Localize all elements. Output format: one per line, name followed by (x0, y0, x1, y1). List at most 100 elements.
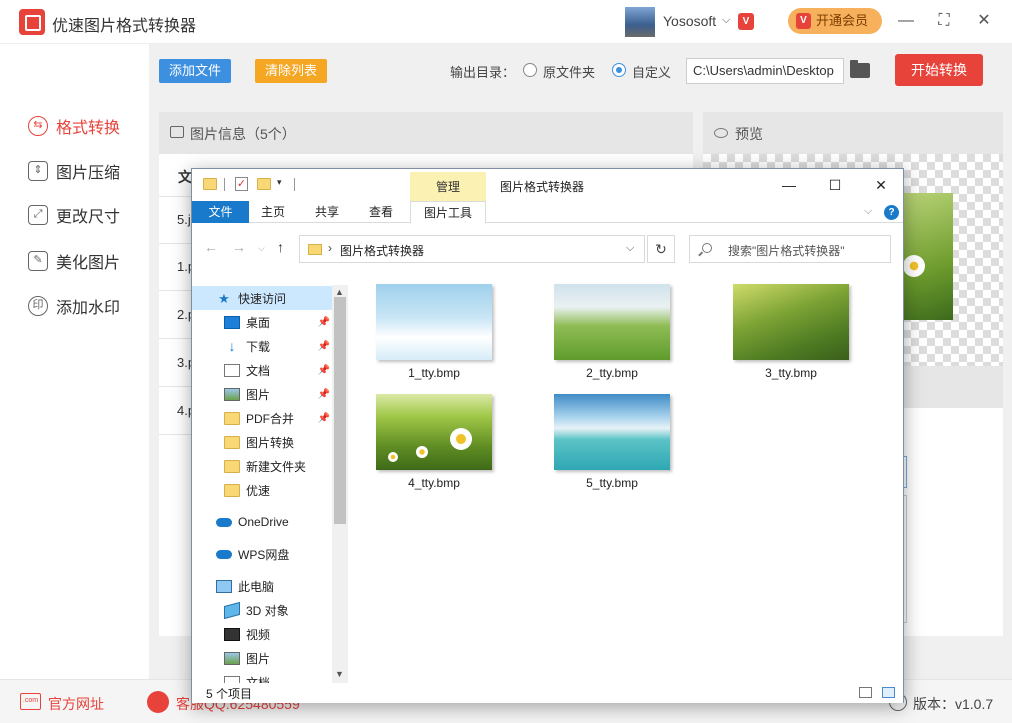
file-name[interactable]: 5_tty.bmp (542, 476, 682, 490)
nav-item-label: 桌面 (246, 315, 271, 330)
pin-icon: 📌 (317, 388, 330, 400)
radio-original-label[interactable]: 原文件夹 (543, 62, 595, 81)
tab-picture-tools[interactable]: 图片工具 (410, 201, 486, 224)
file-name[interactable]: 2_tty.bmp (542, 366, 682, 380)
properties-icon[interactable]: ✓ (235, 177, 248, 191)
radio-custom[interactable] (612, 63, 626, 77)
user-name[interactable]: Yososoft (663, 13, 716, 29)
breadcrumb[interactable]: 图片格式转换器 (340, 242, 424, 259)
refresh-button[interactable]: ↻ (647, 235, 675, 263)
recent-dropdown-icon[interactable]: ⌵ (258, 243, 265, 254)
breadcrumb-chevron-icon[interactable]: › (328, 241, 332, 255)
output-path-field[interactable]: C:\Users\admin\Desktop (686, 58, 844, 84)
daisy-decoration (388, 452, 398, 462)
nav-item-desktop[interactable]: 桌面 📌 (224, 310, 330, 334)
nav-item-documents[interactable]: 文档 📌 (224, 358, 330, 382)
maximize-button[interactable]: ⛶ (931, 8, 957, 34)
tab-view[interactable]: 查看 (363, 201, 399, 223)
quick-access-dropdown-icon[interactable]: ▾ (277, 177, 282, 188)
manage-tab[interactable]: 管理 (410, 172, 486, 201)
file-thumbnail-1[interactable] (376, 284, 492, 360)
radio-original-folder[interactable] (523, 63, 537, 77)
nav-item-onedrive[interactable]: OneDrive (216, 510, 330, 534)
nav-item-quick-access[interactable]: ★ 快速访问 (192, 286, 332, 310)
website-link[interactable]: 官方网址 (48, 694, 104, 714)
sidebar-item-resize[interactable]: ⤢ 更改尺寸 (28, 203, 120, 227)
nav-item-label: WPS网盘 (238, 547, 290, 562)
file-thumbnail-5[interactable] (554, 394, 670, 470)
file-name[interactable]: 4_tty.bmp (364, 476, 504, 490)
sidebar-item-compress[interactable]: ⇕ 图片压缩 (28, 159, 120, 183)
forward-arrow-icon[interactable]: → (232, 239, 246, 255)
details-view-icon[interactable] (859, 687, 872, 698)
version-label: 版本：v1.0.7 (913, 696, 994, 712)
explorer-maximize-button[interactable]: ☐ (812, 171, 858, 199)
video-icon (224, 627, 240, 641)
table-row[interactable]: 5.j (177, 212, 191, 227)
file-thumbnail-3[interactable] (733, 284, 849, 360)
chevron-down-icon[interactable]: ⌵ (722, 14, 730, 27)
file-thumbnail-4[interactable] (376, 394, 492, 470)
folder-icon (224, 459, 240, 473)
nav-item-downloads[interactable]: ↓ 下载 📌 (224, 334, 331, 358)
picture-icon (170, 126, 184, 138)
scrollbar-thumb[interactable] (334, 297, 346, 524)
search-input[interactable]: 搜索"图片格式转换器" (689, 235, 891, 263)
sidebar-item-beautify[interactable]: ✎ 美化图片 (28, 249, 120, 273)
output-dir-label: 输出目录： (450, 65, 516, 80)
chevron-down-icon[interactable]: ⌵ (626, 242, 634, 255)
add-file-button[interactable]: 添加文件 (159, 59, 231, 83)
search-icon (702, 243, 712, 253)
explorer-close-button[interactable]: ✕ (858, 171, 904, 199)
large-icons-view-icon[interactable] (882, 687, 895, 698)
file-name[interactable]: 1_tty.bmp (364, 366, 504, 380)
clear-list-button[interactable]: 清除列表 (255, 59, 327, 83)
navigation-pane: ★ 快速访问 桌面 📌 ↓ 下载 📌 文档 📌 图片 📌 PDF合并 📌 图片转… (192, 285, 332, 683)
search-placeholder: 搜索"图片格式转换器" (728, 244, 845, 258)
nav-item-pictures-pc[interactable]: 图片 (224, 646, 330, 670)
nav-item-image-convert[interactable]: 图片转换 (224, 430, 330, 454)
expand-ribbon-icon[interactable]: ⌵ (864, 205, 872, 218)
avatar[interactable] (625, 7, 655, 37)
vip-button-label: 开通会员 (816, 13, 869, 28)
explorer-minimize-button[interactable]: — (766, 171, 812, 199)
minimize-button[interactable]: — (893, 8, 919, 34)
tab-file[interactable]: 文件 (192, 201, 249, 223)
nav-item-this-pc[interactable]: 此电脑 (216, 574, 330, 598)
sidebar-item-label: 格式转换 (56, 120, 121, 137)
file-thumbnail-2[interactable] (554, 284, 670, 360)
nav-item-documents-pc[interactable]: 文档 (224, 670, 330, 683)
close-button[interactable]: ✕ (971, 8, 997, 34)
nav-item-new-folder[interactable]: 新建文件夹 (224, 454, 330, 478)
nav-item-3d-objects[interactable]: 3D 对象 (224, 598, 330, 622)
new-folder-icon[interactable] (257, 178, 271, 190)
help-icon[interactable]: ? (884, 205, 899, 220)
sidebar-item-watermark[interactable]: 印 添加水印 (28, 294, 120, 318)
nav-item-pdf-merge[interactable]: PDF合并 📌 (224, 406, 330, 430)
back-arrow-icon[interactable]: ← (204, 239, 218, 255)
daisy-decoration (450, 428, 472, 450)
pin-icon: 📌 (317, 364, 330, 376)
tab-share[interactable]: 共享 (309, 201, 345, 223)
nav-item-wps-cloud[interactable]: WPS网盘 (216, 542, 330, 566)
tab-home[interactable]: 主页 (255, 201, 291, 223)
scroll-down-icon[interactable]: ▼ (335, 669, 344, 679)
app-logo-icon (19, 9, 45, 35)
nav-item-videos[interactable]: 视频 (224, 622, 330, 646)
nav-item-yousu[interactable]: 优速 (224, 478, 330, 502)
vip-button[interactable]: V 开通会员 (788, 8, 882, 34)
nav-item-label: 3D 对象 (246, 603, 289, 618)
explorer-title: 图片格式转换器 (500, 180, 585, 194)
scroll-up-icon[interactable]: ▲ (335, 287, 344, 297)
3d-objects-icon (224, 601, 240, 619)
sidebar-item-format-convert[interactable]: ⇆ 格式转换 (28, 114, 120, 138)
radio-custom-label[interactable]: 自定义 (632, 62, 671, 81)
folder-icon[interactable] (850, 60, 870, 78)
start-convert-button[interactable]: 开始转换 (895, 54, 983, 86)
file-name[interactable]: 3_tty.bmp (721, 366, 861, 380)
address-field[interactable]: › 图片格式转换器 ⌵ (299, 235, 645, 263)
nav-item-label: 新建文件夹 (246, 459, 307, 474)
up-arrow-icon[interactable]: ↑ (277, 239, 284, 255)
nav-item-pictures[interactable]: 图片 📌 (224, 382, 330, 406)
file-column-header: 文 (178, 169, 192, 185)
